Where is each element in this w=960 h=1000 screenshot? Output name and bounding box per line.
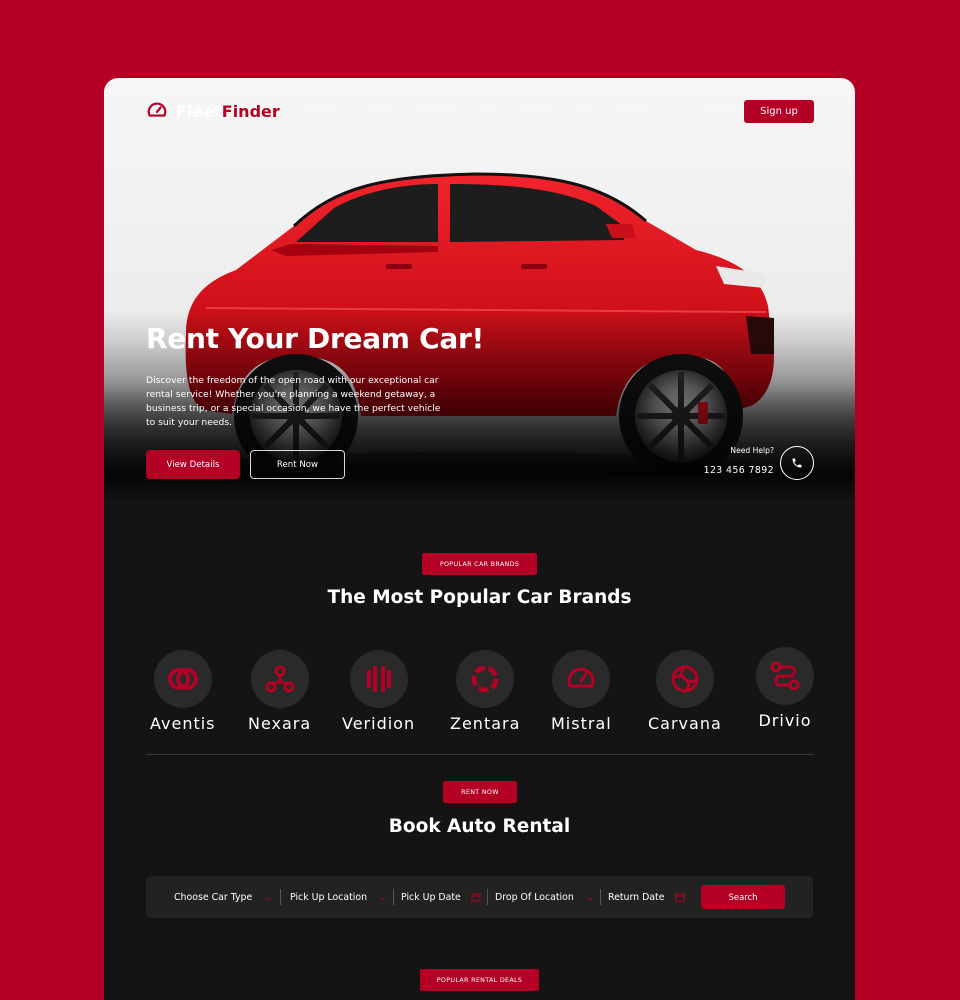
nodes-icon <box>265 665 295 693</box>
search-button[interactable]: Search <box>701 885 785 909</box>
brands-section-title: The Most Popular Car Brands <box>327 587 632 608</box>
help-phone-number[interactable]: 123 456 7892 <box>694 465 774 476</box>
speedometer-icon <box>567 667 595 688</box>
phone-icon <box>792 458 802 468</box>
brand-logo <box>250 650 309 708</box>
chevron-down-icon: ⌄ <box>585 891 595 903</box>
calendar-icon <box>471 893 481 902</box>
field-separator <box>393 889 394 905</box>
return-date-input[interactable]: Return Date <box>608 876 685 918</box>
brand-list: Aventis Nexara Veridion Zentara Mistral … <box>146 647 814 733</box>
popular-deals-tag: POPULAR RENTAL DEALS <box>420 969 539 991</box>
drop-location-select[interactable]: Drop Of Location ⌄ <box>495 876 594 918</box>
sign-up-button[interactable]: Sign up <box>744 100 814 123</box>
brand-logo <box>456 650 515 708</box>
brand-logo <box>756 647 814 705</box>
field-label: Pick Up Date <box>401 891 461 903</box>
calendar-icon <box>675 893 684 902</box>
view-details-button[interactable]: View Details <box>146 450 240 479</box>
brand-name: Nexara <box>248 714 312 733</box>
bars-circle-icon <box>366 666 391 692</box>
field-label: Return Date <box>608 891 665 903</box>
section-divider <box>146 754 814 755</box>
brand-item-zentara[interactable]: Zentara <box>450 650 520 733</box>
brand-name: Aventis <box>150 714 216 733</box>
pickup-location-select[interactable]: Pick Up Location ⌄ <box>290 876 387 918</box>
help-label: Need Help? <box>730 446 774 455</box>
brand-item-mistral[interactable]: Mistral <box>551 650 612 733</box>
field-separator <box>600 889 601 905</box>
logo[interactable]: Fleet Finder <box>146 100 280 122</box>
menu-item-pages[interactable]: Pages <box>523 105 551 116</box>
brand-item-carvana[interactable]: Carvana <box>648 650 722 733</box>
menu-item-blog[interactable]: Blog <box>572 105 593 116</box>
field-label: Choose Car Type <box>174 891 253 903</box>
swirl-icon <box>671 665 699 693</box>
brand-name: Zentara <box>450 714 521 733</box>
page-frame: Fleet Finder Home ⌄ About Services Cars P… <box>104 78 855 1000</box>
sign-in-link[interactable]: Sign In <box>701 105 735 116</box>
brand-name: Veridion <box>342 714 416 733</box>
field-label: Drop Of Location <box>495 891 574 903</box>
menu-item-contact[interactable]: Contact <box>615 105 652 116</box>
brand-logo <box>153 650 212 708</box>
field-separator <box>280 889 281 905</box>
help-contact: Need Help? 123 456 7892 <box>694 446 774 476</box>
menu-item-cars[interactable]: Cars <box>479 105 500 116</box>
speedometer-logo-icon <box>147 102 167 117</box>
rental-section-title: Book Auto Rental <box>388 816 571 837</box>
brand-logo <box>655 650 714 708</box>
field-separator <box>487 889 488 905</box>
brand-item-drivio[interactable]: Drivio <box>756 647 814 730</box>
car-type-select[interactable]: Choose Car Type ⌄ <box>174 876 273 918</box>
brand-item-aventis[interactable]: Aventis <box>150 650 216 733</box>
main-menu: Home ⌄ About Services Cars Pages Blog Co… <box>306 105 652 116</box>
brand-item-veridion[interactable]: Veridion <box>342 650 415 733</box>
chevron-down-icon: ⌄ <box>379 891 388 903</box>
menu-item-services[interactable]: Services <box>417 105 457 116</box>
field-label: Pick Up Location <box>290 891 368 903</box>
brand-item-nexara[interactable]: Nexara <box>248 650 311 733</box>
overlap-circles-icon <box>167 668 198 690</box>
brand-name: Mistral <box>551 714 612 733</box>
rent-now-button[interactable]: Rent Now <box>250 450 345 479</box>
brand-logo <box>552 650 611 708</box>
menu-item-about[interactable]: About <box>367 105 395 116</box>
segment-ring-icon <box>471 665 499 693</box>
pickup-date-input[interactable]: Pick Up Date <box>401 876 481 918</box>
top-nav: Fleet Finder Home ⌄ About Services Cars P… <box>104 78 855 144</box>
popular-brands-tag: POPULAR CAR BRANDS <box>422 553 537 575</box>
logo-text-finder: Finder <box>221 101 280 121</box>
phone-call-button[interactable] <box>780 446 814 480</box>
brand-name: Drivio <box>758 711 812 730</box>
route-icon <box>770 661 800 691</box>
rent-now-tag: RENT NOW <box>443 781 517 803</box>
hero-title: Rent Your Dream Car! <box>146 322 484 355</box>
chevron-down-icon: ⌄ <box>264 891 273 903</box>
menu-item-home[interactable]: Home ⌄ <box>306 105 345 116</box>
hero-description: Discover the freedom of the open road wi… <box>146 375 441 428</box>
hero-section: Fleet Finder Home ⌄ About Services Cars P… <box>104 78 855 502</box>
rental-search-bar: Choose Car Type ⌄ Pick Up Location ⌄ Pic… <box>146 876 813 918</box>
brand-logo <box>349 650 408 708</box>
logo-text-fleet: Fleet <box>176 101 222 121</box>
chevron-down-icon: ⌄ <box>337 105 346 116</box>
brand-name: Carvana <box>648 714 722 733</box>
